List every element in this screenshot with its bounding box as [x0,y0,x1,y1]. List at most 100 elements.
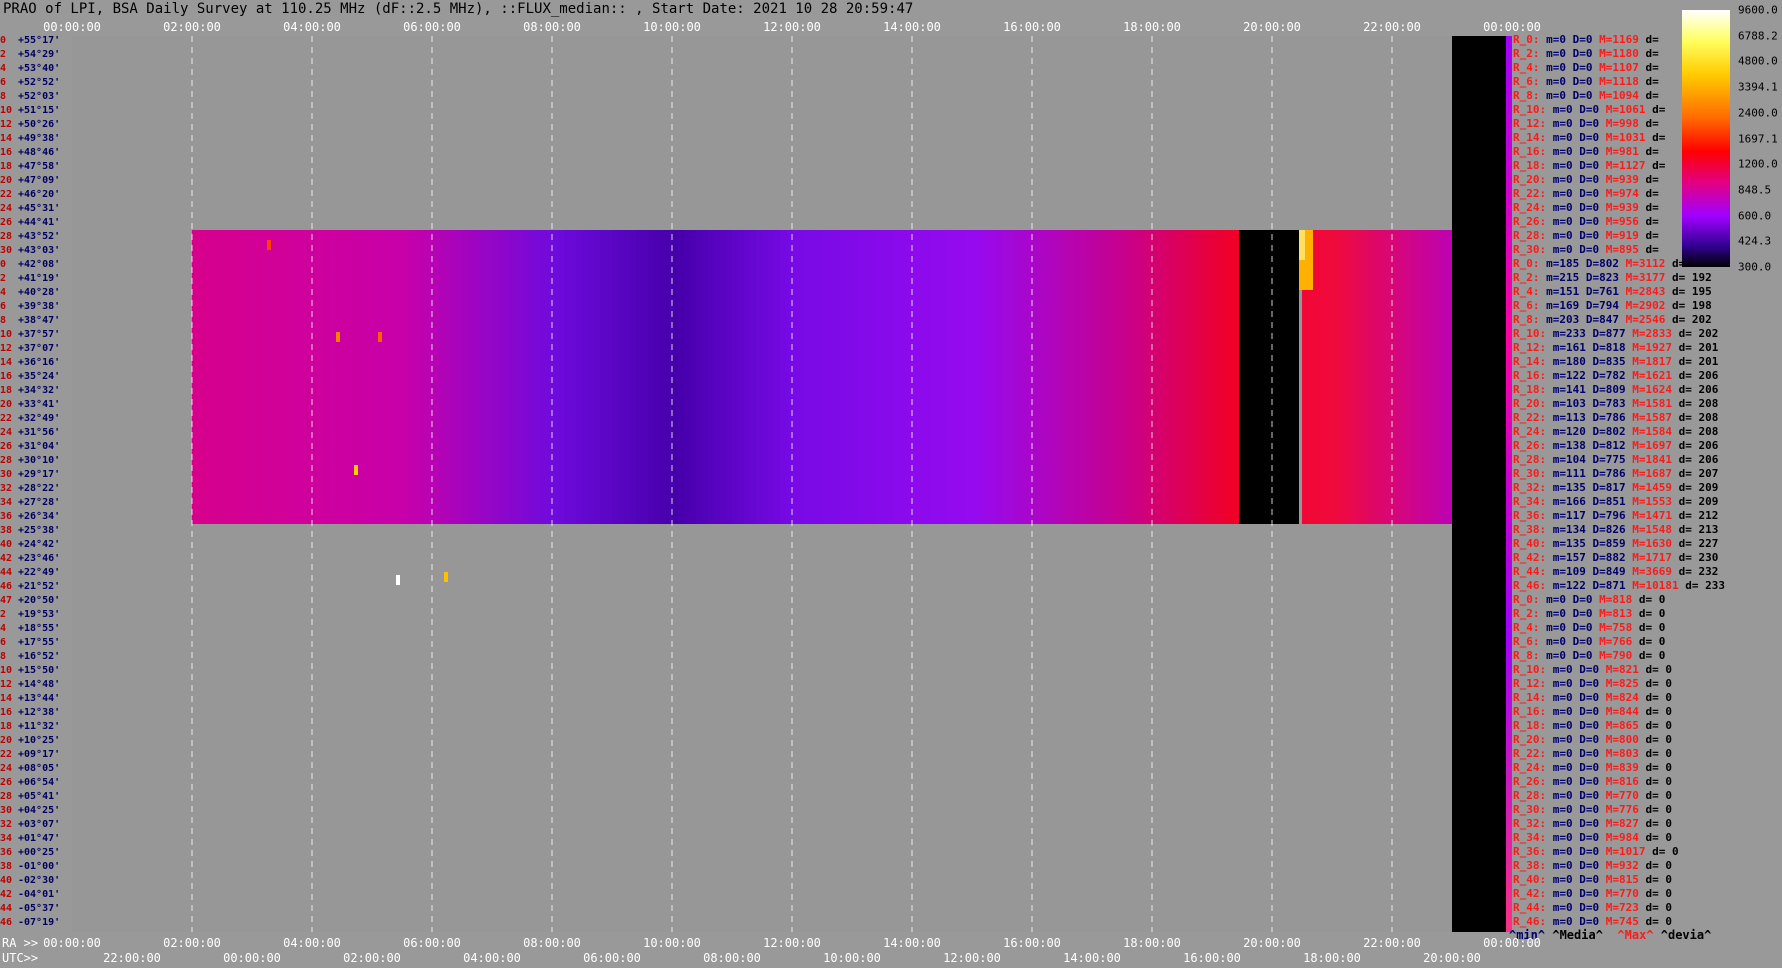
row-declination: +45°31' [18,203,61,214]
row-index: 18 [0,161,13,172]
stats-max: M=1169 [1592,33,1639,46]
stats-row: R_42: m=157 D=882 M=1717 d= 230 [1513,552,1718,563]
declination-row-label: 6 +52°52' [0,78,60,88]
row-declination: +26°34' [18,511,61,522]
row-declination: +31°56' [18,427,61,438]
declination-row-label: 24 +08°05' [0,764,60,774]
stats-row: R_6: m=169 D=794 M=2902 d= 198 [1513,300,1712,311]
row-declination: +18°55' [18,623,61,634]
stats-max: M=998 [1599,117,1639,130]
row-index: 32 [0,483,13,494]
stats-row-name: R_32: [1513,817,1547,830]
stats-max: M=821 [1599,663,1639,676]
stats-max: M=816 [1599,775,1639,788]
row-index: 22 [0,749,13,760]
row-index: 14 [0,693,13,704]
heatmap-column [384,230,391,524]
row-index: 47 [0,595,13,606]
stats-row: R_28: m=0 D=0 M=919 d= [1513,230,1659,241]
stats-median: D=783 [1585,397,1626,410]
stats-row-name: R_46: [1513,915,1547,928]
heatmap-column [996,230,1003,524]
stats-min: m=0 [1546,201,1573,214]
row-index: 2 [0,273,7,284]
heatmap-column [870,230,877,524]
heatmap-column [792,230,799,524]
stats-row-name: R_12: [1513,117,1547,130]
heatmap-column [1074,230,1081,524]
stats-max: M=803 [1599,747,1639,760]
stats-median: D=0 [1572,145,1600,158]
stats-dev: d= 208 [1671,425,1719,438]
stats-median: D=0 [1566,635,1593,648]
stats-median: D=0 [1566,61,1593,74]
row-declination: +06°54' [18,777,61,788]
row-index: 32 [0,819,13,830]
stats-max: M=1630 [1625,537,1672,550]
row-declination: +55°17' [18,35,61,46]
row-declination: +49°38' [18,133,61,144]
declination-row-label: 30 +43°03' [0,246,60,256]
ra-tick-label: 20:00:00 [1243,936,1301,950]
heatmap-column [690,230,697,524]
stats-max: M=1031 [1599,131,1646,144]
heatmap-column [1356,230,1363,524]
stats-dev: d= 227 [1671,537,1719,550]
stats-row: R_46: m=0 D=0 M=745 d= 0 [1513,916,1672,927]
stats-dev: d= 0 [1638,719,1672,732]
row-declination: +09°17' [18,749,61,760]
stats-row: R_8: m=0 D=0 M=790 d= 0 [1513,650,1665,661]
stats-row-name: R_6: [1513,299,1540,312]
stats-row: R_20: m=0 D=0 M=800 d= 0 [1513,734,1672,745]
stats-median: D=782 [1585,369,1626,382]
ra-tick-label: 02:00:00 [163,936,221,950]
stats-row-name: R_38: [1513,859,1547,872]
stats-row-name: R_2: [1513,607,1540,620]
heatmap-column [1110,230,1117,524]
heatmap-column [1224,230,1231,524]
row-index: 8 [0,315,7,326]
stats-row-name: R_0: [1513,33,1540,46]
stats-min: m=0 [1546,159,1573,172]
declination-row-label: 44 +22°49' [0,568,60,578]
row-declination: +20°50' [18,595,61,606]
heatmap-column [1128,230,1135,524]
stats-median: D=882 [1585,551,1626,564]
stats-max: M=2833 [1625,327,1672,340]
stats-min: m=233 [1546,327,1586,340]
row-index: 8 [0,651,7,662]
utc-tick-label: 22:00:00 [103,951,161,965]
stats-row-name: R_22: [1513,187,1547,200]
stats-dev: d= [1638,145,1659,158]
stats-row: R_4: m=0 D=0 M=1107 d= [1513,62,1659,73]
stats-median: D=0 [1572,187,1600,200]
stats-row: R_6: m=0 D=0 M=766 d= 0 [1513,636,1665,647]
heatmap-column [1410,230,1417,524]
row-declination: +10°25' [18,735,61,746]
stats-min: m=0 [1539,33,1566,46]
stats-max: M=981 [1599,145,1639,158]
stats-row-name: R_14: [1513,131,1547,144]
heatmap-column [816,230,823,524]
stats-row-name: R_20: [1513,173,1547,186]
stats-max: M=2902 [1619,299,1666,312]
heatmap-column [750,230,757,524]
row-index: 10 [0,329,13,340]
stats-median: D=761 [1579,285,1619,298]
heatmap-column [1212,230,1219,524]
stats-dev: d= [1645,131,1666,144]
stats-min: m=215 [1539,271,1580,284]
stats-row-name: R_10: [1513,103,1547,116]
stats-median: D=0 [1566,89,1593,102]
heatmap-column [558,230,565,524]
utc-tick-label: 04:00:00 [463,951,521,965]
declination-row-label: 22 +09°17' [0,750,60,760]
top-tick-label: 22:00:00 [1363,20,1421,34]
heatmap-column [714,230,721,524]
heatmap-column [1056,230,1063,524]
stats-min: m=117 [1546,509,1586,522]
stats-row: R_30: m=0 D=0 M=895 d= [1513,244,1659,255]
declination-row-label: 22 +46°20' [0,190,60,200]
stats-max: M=1553 [1625,495,1672,508]
stats-median: D=0 [1566,33,1593,46]
